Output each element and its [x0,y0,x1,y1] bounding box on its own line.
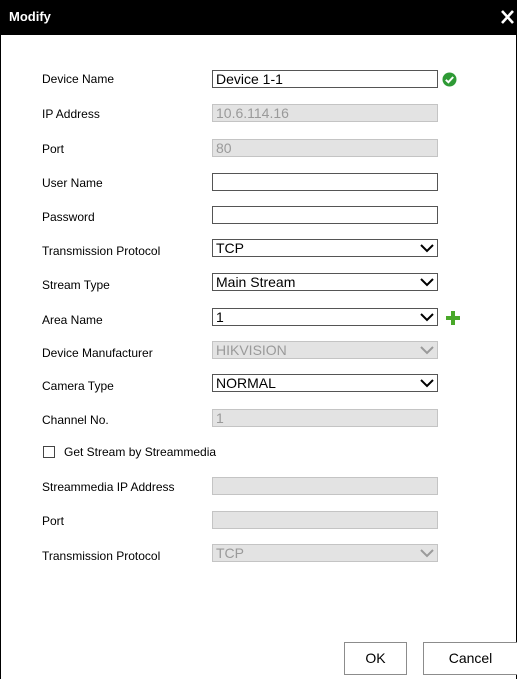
chevron-down-icon [420,313,434,322]
transmission-protocol-label: Transmission Protocol [42,244,161,258]
chevron-down-icon [420,549,434,558]
port-label: Port [42,142,65,156]
stream-type-label: Stream Type [42,278,110,292]
ip-address-value: 10.6.114.16 [216,105,289,121]
ip-address-label: IP Address [42,107,100,121]
transmission-protocol-value: TCP [216,240,244,256]
password-label: Password [42,210,95,224]
chevron-down-icon [420,346,434,355]
user-name-input[interactable] [212,173,438,191]
check-circle-icon [442,72,457,87]
close-icon[interactable] [498,5,517,29]
channel-no-label: Channel No. [42,413,109,427]
user-name-label: User Name [42,176,103,190]
password-input[interactable] [212,206,438,224]
chevron-down-icon [420,278,434,287]
ip-address-input: 10.6.114.16 [212,104,438,122]
get-stream-checkbox[interactable] [43,446,55,458]
transmission-protocol-select[interactable]: TCP [212,239,438,257]
stream-type-select[interactable]: Main Stream [212,273,438,291]
area-name-label: Area Name [42,313,103,327]
ok-button[interactable]: OK [344,642,407,675]
channel-no-input: 1 [212,409,438,427]
streammedia-protocol-label: Transmission Protocol [42,549,161,563]
plus-icon[interactable] [446,311,460,325]
camera-type-label: Camera Type [42,379,114,393]
streammedia-protocol-value: TCP [216,545,244,561]
device-name-label: Device Name [42,72,115,86]
dialog-title: Modify [9,9,51,24]
chevron-down-icon [420,244,434,253]
port-value: 80 [216,140,232,156]
streammedia-ip-input [212,477,438,495]
device-name-input[interactable]: Device 1-1 [212,70,438,88]
port-input: 80 [212,139,438,157]
channel-no-value: 1 [216,410,224,426]
device-manufacturer-select: HIKVISION [212,341,438,359]
stream-type-value: Main Stream [216,274,296,290]
device-manufacturer-label: Device Manufacturer [42,346,153,360]
area-name-select[interactable]: 1 [212,308,438,326]
camera-type-value: NORMAL [216,375,276,391]
streammedia-port-input [212,511,438,529]
area-name-value: 1 [216,309,224,325]
dialog-border-left [0,35,1,679]
streammedia-port-label: Port [42,514,65,528]
device-name-value: Device 1-1 [216,71,283,87]
streammedia-protocol-select: TCP [212,544,438,562]
device-manufacturer-value: HIKVISION [216,342,287,358]
camera-type-select[interactable]: NORMAL [212,374,438,392]
chevron-down-icon [420,379,434,388]
get-stream-label: Get Stream by Streammedia [64,445,217,459]
title-bar: Modify [0,0,517,35]
streammedia-ip-label: Streammedia IP Address [42,480,175,494]
cancel-button[interactable]: Cancel [423,642,517,675]
